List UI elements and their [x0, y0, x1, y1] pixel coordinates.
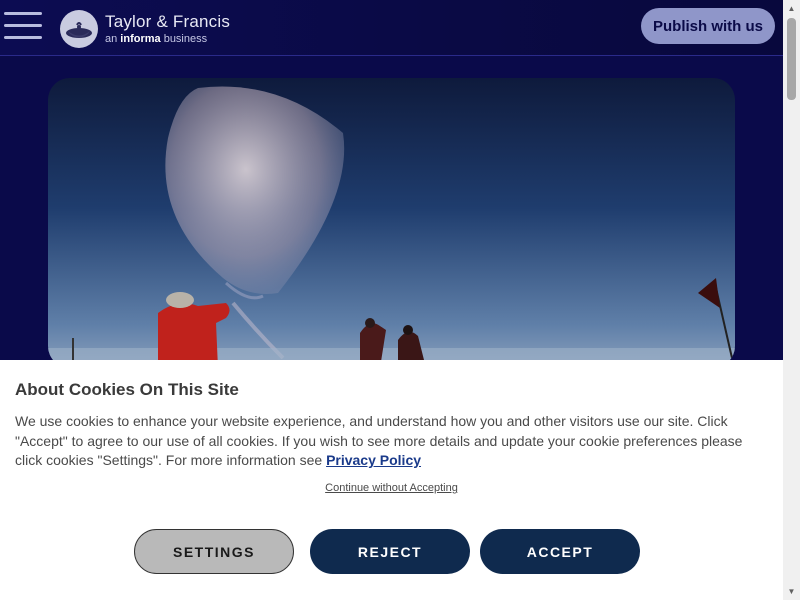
- logo-sub-prefix: an: [105, 33, 121, 45]
- logo-subtitle: an informa business: [105, 34, 230, 45]
- site-header: Taylor & Francis an informa business Pub…: [0, 0, 783, 56]
- site-logo[interactable]: Taylor & Francis an informa business: [60, 10, 230, 48]
- settings-button[interactable]: SETTINGS: [134, 529, 294, 574]
- scroll-down-icon[interactable]: ▼: [783, 583, 800, 600]
- logo-mark-icon: [60, 10, 98, 48]
- cookie-banner: About Cookies On This Site We use cookie…: [0, 360, 783, 600]
- logo-sub-bold: informa: [120, 33, 161, 45]
- continue-without-accepting-link[interactable]: Continue without Accepting: [0, 482, 783, 494]
- cookie-body: We use cookies to enhance your website e…: [15, 412, 755, 471]
- logo-title: Taylor & Francis: [105, 12, 231, 31]
- accept-button[interactable]: ACCEPT: [480, 529, 640, 574]
- privacy-policy-link[interactable]: Privacy Policy: [326, 452, 421, 468]
- vertical-scrollbar[interactable]: ▲ ▼: [783, 0, 800, 600]
- publish-button[interactable]: Publish with us: [641, 8, 775, 44]
- reject-button[interactable]: REJECT: [310, 529, 470, 574]
- logo-sub-suffix: business: [160, 33, 208, 45]
- cookie-title: About Cookies On This Site: [15, 380, 239, 399]
- scroll-up-icon[interactable]: ▲: [783, 0, 800, 17]
- logo-text: Taylor & Francis an informa business: [105, 13, 230, 45]
- scrollbar-thumb[interactable]: [787, 18, 796, 100]
- hero-image: [48, 78, 735, 368]
- menu-icon[interactable]: [4, 12, 42, 42]
